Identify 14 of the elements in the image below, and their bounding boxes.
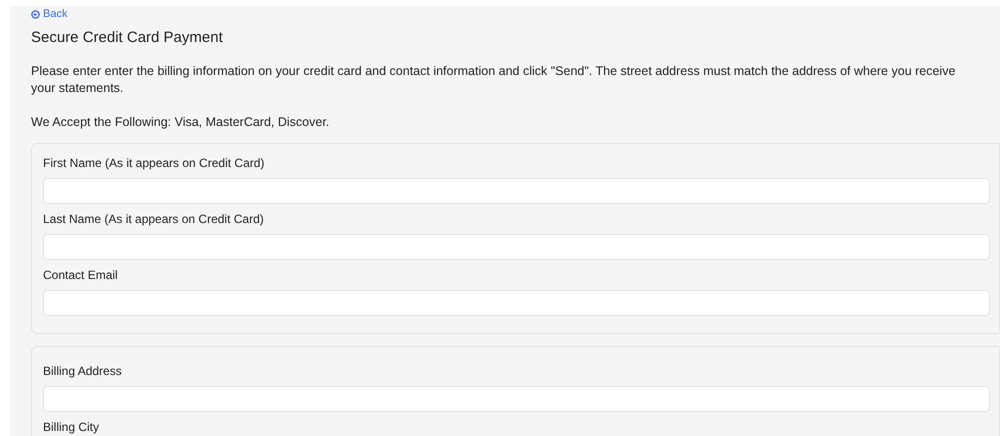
- page-title: Secure Credit Card Payment: [31, 28, 223, 48]
- input-field[interactable]: [43, 178, 990, 204]
- back-link[interactable]: Back: [31, 6, 68, 22]
- input-field[interactable]: [43, 290, 990, 316]
- back-icon: [31, 10, 40, 18]
- field-label: Contact Email: [43, 268, 118, 283]
- instruction-text: Please enter enter the billing information on your credit card and contact information and click "Send". The street address must match the address of where you receive your statements.: [31, 63, 956, 97]
- field-label: Billing City: [43, 420, 100, 435]
- input-field[interactable]: [43, 386, 990, 412]
- field-label: Last Name (As it appears on Credit Card): [43, 212, 264, 227]
- instruction-text: We Accept the Following: Visa, MasterCard, Discover.: [31, 114, 330, 131]
- field-label: First Name (As it appears on Credit Card): [43, 156, 264, 171]
- field-label: Billing Address: [43, 364, 122, 379]
- input-field[interactable]: [43, 234, 990, 260]
